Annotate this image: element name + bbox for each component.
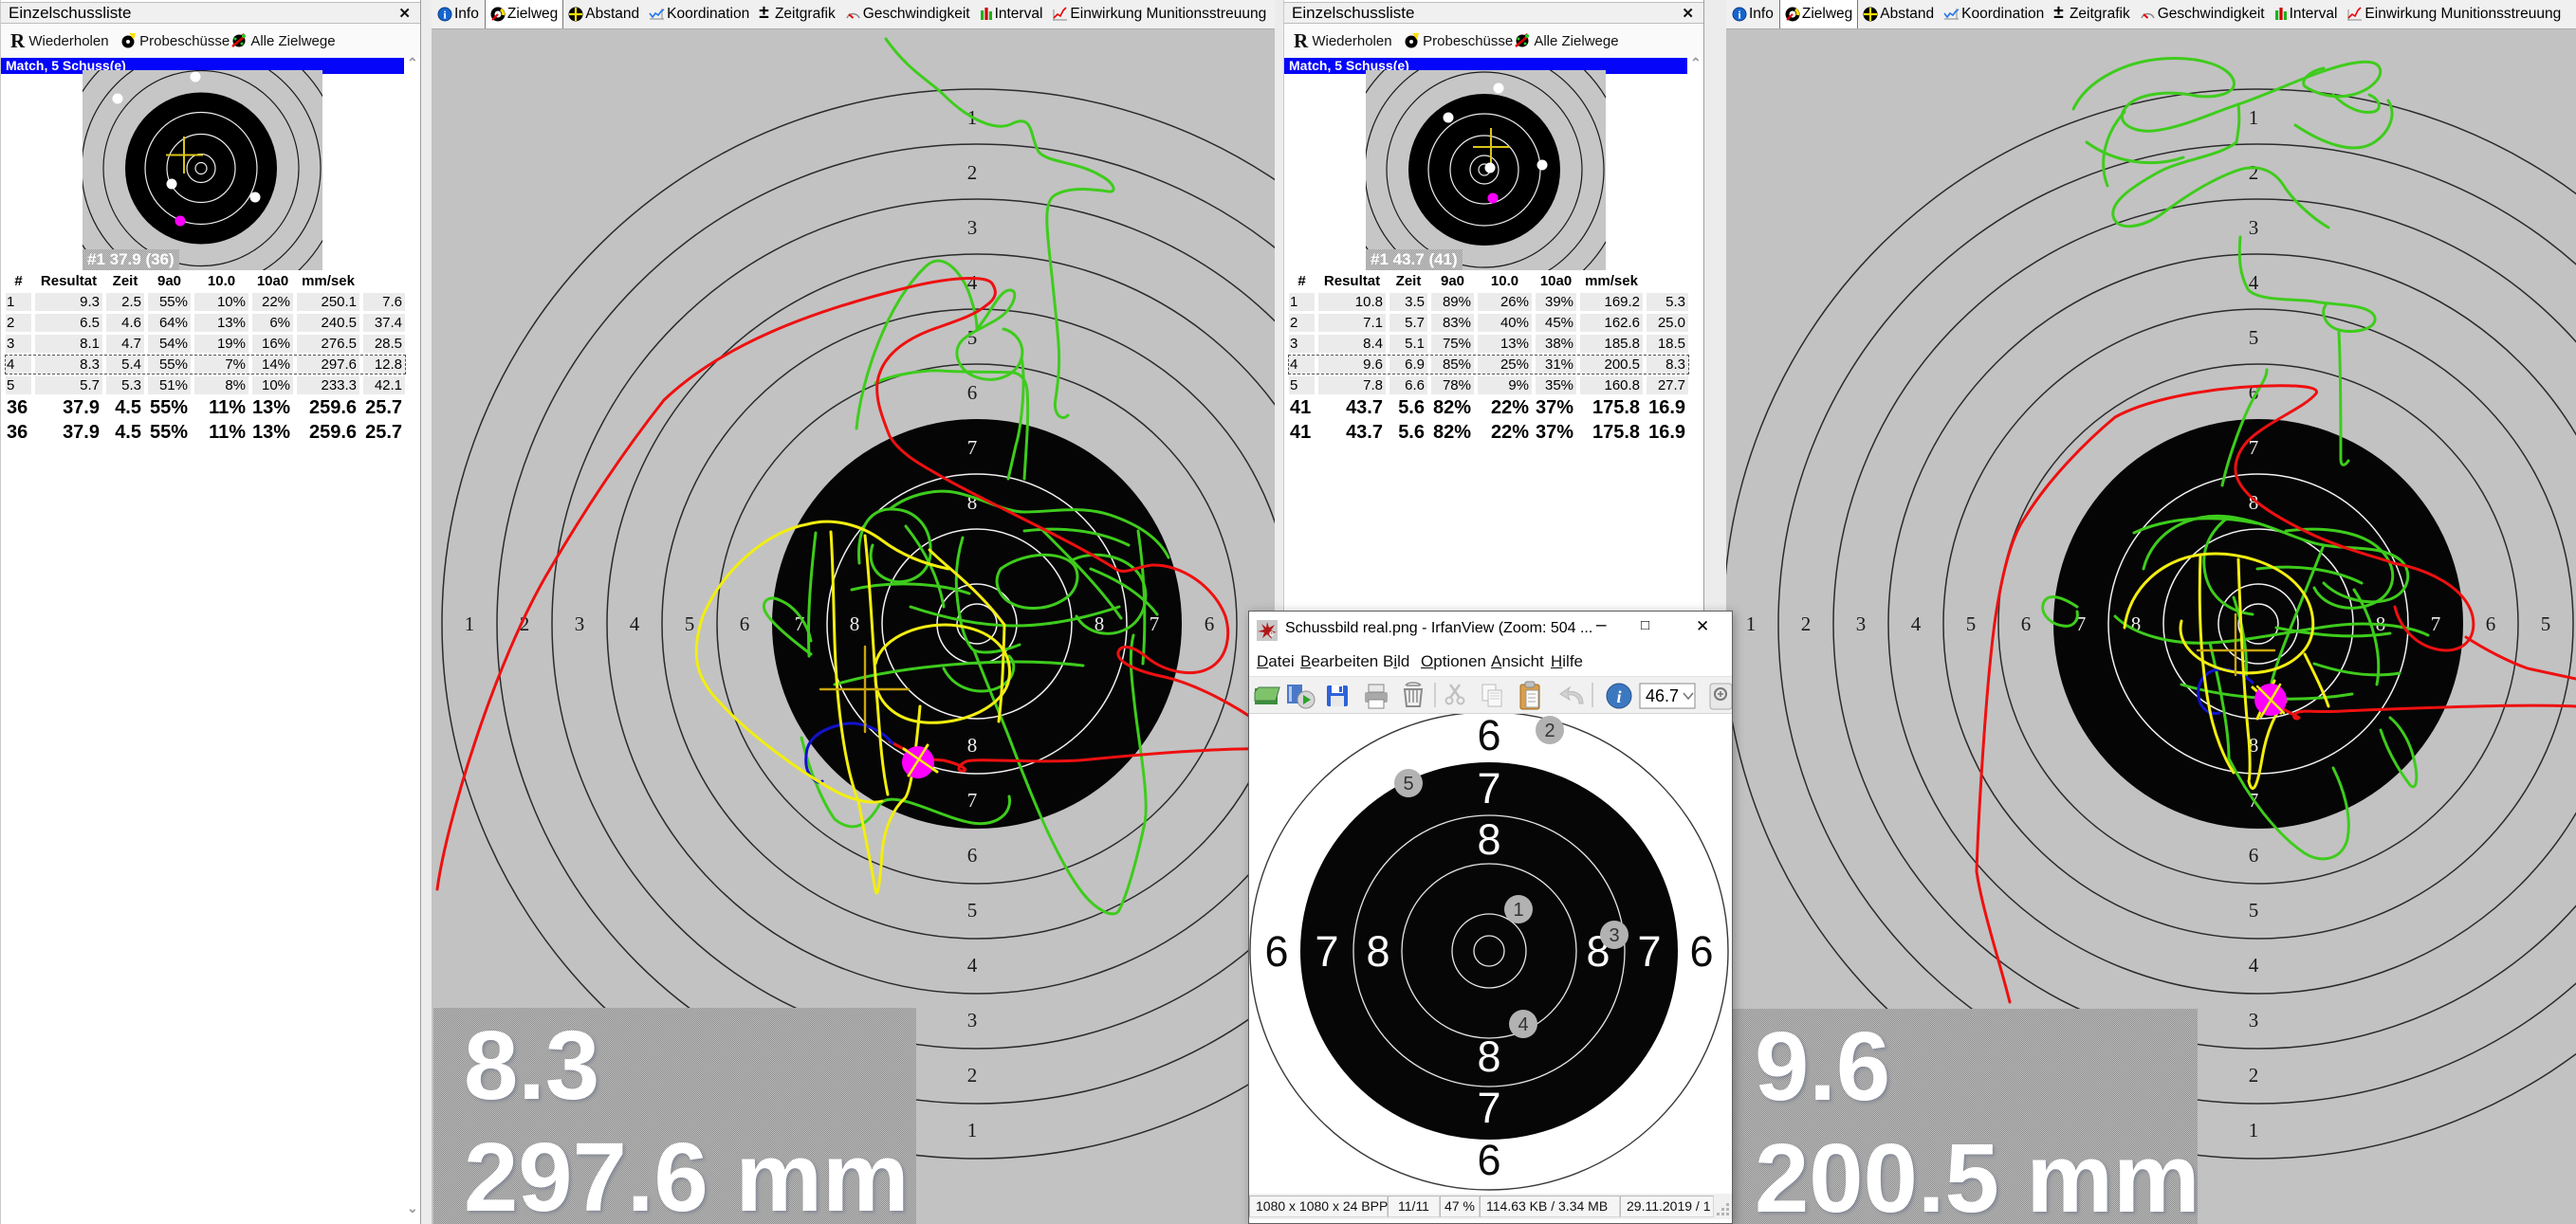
svg-text:1: 1: [465, 612, 475, 635]
svg-text:4: 4: [2249, 954, 2259, 977]
svg-text:8: 8: [1366, 927, 1389, 976]
svg-text:3: 3: [575, 612, 585, 635]
svg-text:5: 5: [1403, 774, 1413, 795]
svg-text:2: 2: [2249, 161, 2259, 184]
svg-text:3: 3: [967, 1009, 978, 1032]
svg-text:3: 3: [1856, 612, 1867, 635]
svg-text:2: 2: [967, 161, 978, 184]
svg-text:1: 1: [967, 1119, 978, 1142]
svg-text:7: 7: [967, 789, 978, 812]
svg-text:7: 7: [2431, 612, 2441, 635]
svg-text:5: 5: [2541, 612, 2551, 635]
svg-text:2: 2: [2249, 1064, 2259, 1087]
svg-text:1: 1: [1513, 900, 1523, 921]
svg-text:7: 7: [1477, 1084, 1500, 1132]
svg-text:8: 8: [967, 734, 978, 757]
svg-text:2: 2: [967, 1064, 978, 1087]
svg-text:6: 6: [967, 844, 978, 867]
svg-text:c: c: [1269, 629, 1274, 638]
svg-text:2: 2: [1544, 721, 1555, 741]
svg-text:4: 4: [1518, 1014, 1528, 1035]
svg-text:7: 7: [967, 436, 978, 459]
svg-text:6: 6: [967, 381, 978, 404]
svg-text:6: 6: [1205, 612, 1215, 635]
svg-text:5: 5: [2249, 326, 2259, 349]
svg-text:8: 8: [1477, 1032, 1500, 1081]
svg-text:6: 6: [1477, 714, 1500, 759]
svg-text:6: 6: [1264, 927, 1288, 976]
svg-text:5: 5: [1966, 612, 1977, 635]
svg-text:8: 8: [1477, 815, 1500, 864]
svg-text:6: 6: [1477, 1136, 1500, 1184]
svg-text:3: 3: [2249, 216, 2259, 239]
svg-text:2: 2: [1801, 612, 1812, 635]
svg-text:4: 4: [967, 954, 978, 977]
svg-text:6: 6: [740, 612, 750, 635]
svg-text:1: 1: [2249, 1119, 2259, 1142]
svg-text:7: 7: [1315, 927, 1338, 976]
svg-text:6: 6: [2249, 844, 2259, 867]
svg-text:6: 6: [1689, 927, 1713, 976]
svg-text:6: 6: [2486, 612, 2496, 635]
svg-text:6: 6: [2021, 612, 2032, 635]
svg-text:3: 3: [967, 216, 978, 239]
svg-text:3: 3: [2249, 1009, 2259, 1032]
svg-text:7: 7: [1477, 764, 1500, 813]
svg-text:7: 7: [1637, 927, 1661, 976]
svg-text:5: 5: [685, 612, 695, 635]
svg-text:i: i: [1616, 687, 1621, 706]
svg-text:5: 5: [2249, 899, 2259, 922]
svg-text:4: 4: [630, 612, 640, 635]
svg-text:5: 5: [967, 899, 978, 922]
svg-text:8: 8: [850, 612, 860, 635]
svg-text:1: 1: [1746, 612, 1757, 635]
svg-text:46.7: 46.7: [1646, 686, 1679, 705]
svg-text:4: 4: [1911, 612, 1922, 635]
svg-text:7: 7: [1150, 612, 1160, 635]
svg-text:3: 3: [1609, 925, 1619, 946]
svg-text:1: 1: [2249, 106, 2259, 129]
